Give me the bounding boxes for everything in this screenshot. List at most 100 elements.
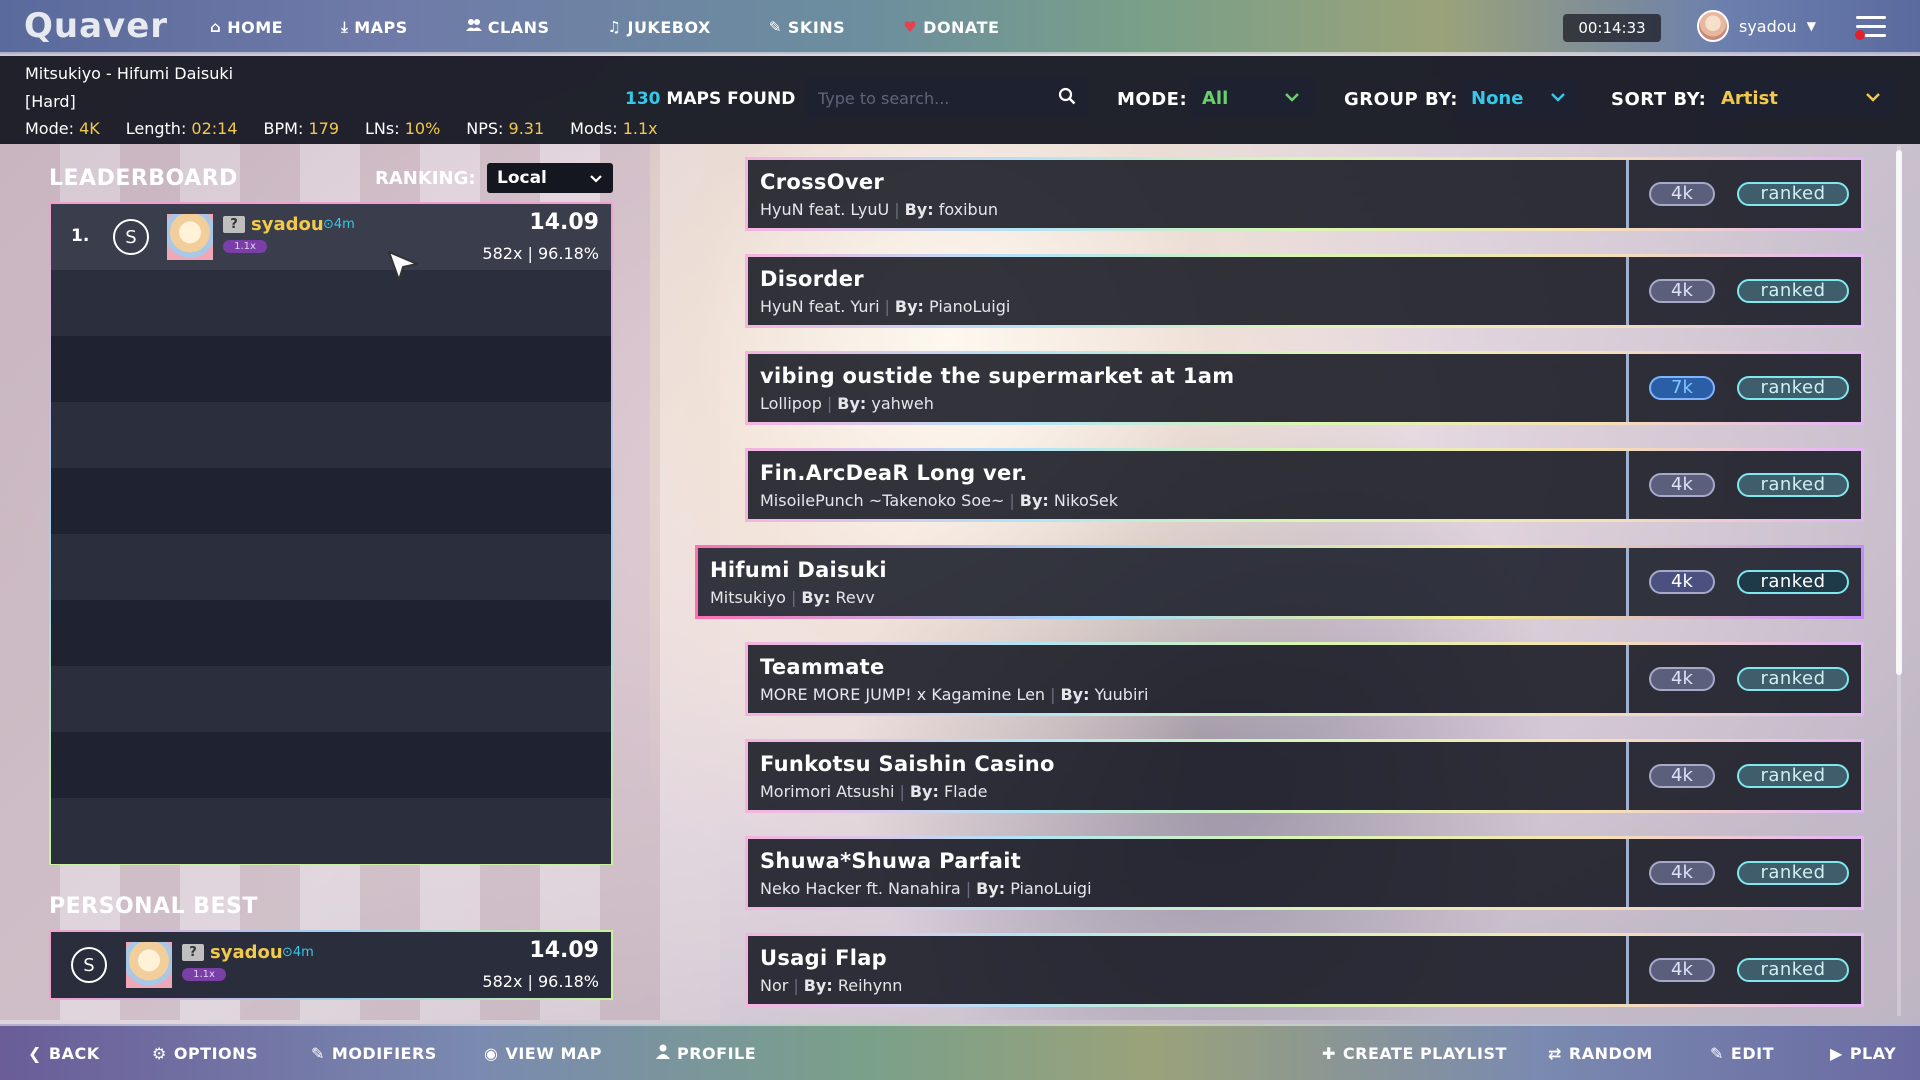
score-time: ⊙4m	[282, 945, 314, 960]
map-tags: 7k ranked	[1629, 354, 1861, 422]
map-card[interactable]: Disorder HyuN feat. Yuri | By: PianoLuigi …	[745, 254, 1864, 328]
nav-home[interactable]: ⌂ HOME	[210, 18, 283, 37]
map-info: CrossOver HyuN feat. LyuU | By: foxibun	[748, 160, 1629, 228]
stat-mode: Mode: 4K	[25, 119, 100, 138]
map-meta: HyuN feat. Yuri | By: PianoLuigi	[760, 297, 1011, 316]
edit-label: EDIT	[1730, 1044, 1774, 1063]
map-title: vibing oustide the supermarket at 1am	[760, 364, 1235, 388]
modifiers-label: MODIFIERS	[331, 1044, 437, 1063]
map-card[interactable]: Funkotsu Saishin Casino Morimori Atsushi…	[745, 739, 1864, 813]
map-meta: Nor | By: Reihynn	[760, 976, 903, 995]
create-playlist-button[interactable]: ✚ CREATE PLAYLIST	[1322, 1044, 1507, 1063]
map-title: Disorder	[760, 267, 864, 291]
ranked-status-badge: ranked	[1737, 182, 1849, 206]
plus-icon: ✚	[1322, 1044, 1336, 1063]
leaderboard-empty-row	[51, 798, 611, 864]
nav-clans[interactable]: CLANS	[465, 18, 550, 37]
modifiers-button[interactable]: ✎ MODIFIERS	[311, 1044, 437, 1063]
selected-song-difficulty: [Hard]	[25, 92, 76, 111]
map-card[interactable]: Usagi Flap Nor | By: Reihynn 4k ranked	[745, 933, 1864, 1007]
leaderboard-title: LEADERBOARD	[49, 166, 238, 191]
users-icon	[465, 18, 482, 36]
map-title: CrossOver	[760, 170, 885, 194]
map-card[interactable]: Shuwa*Shuwa Parfait Neko Hacker ft. Nana…	[745, 836, 1864, 910]
mouse-cursor-icon	[388, 251, 418, 281]
leaderboard-empty-row	[51, 468, 611, 534]
map-info: Disorder HyuN feat. Yuri | By: PianoLuigi	[748, 257, 1629, 325]
random-button[interactable]: ⇄ RANDOM	[1548, 1044, 1653, 1063]
ranking-dropdown[interactable]: Local	[487, 163, 613, 193]
nav-skins-label: SKINS	[787, 17, 846, 37]
score-avatar	[126, 942, 172, 988]
leaderboard-empty-row	[51, 666, 611, 732]
map-info: Funkotsu Saishin Casino Morimori Atsushi…	[748, 742, 1629, 810]
options-label: OPTIONS	[173, 1044, 259, 1063]
random-label: RANDOM	[1568, 1044, 1653, 1063]
map-tags: 4k ranked	[1629, 160, 1861, 228]
ranked-status-badge: ranked	[1737, 279, 1849, 303]
leaderboard-empty-row	[51, 534, 611, 600]
song-stats: Mode: 4K Length: 02:14 BPM: 179 LNs: 10%…	[25, 119, 658, 138]
map-meta: Lollipop | By: yahweh	[760, 394, 934, 413]
map-card[interactable]: Teammate MORE MORE JUMP! x Kagamine Len |…	[745, 642, 1864, 716]
chevron-down-icon: ▼	[1806, 19, 1816, 33]
key-mode-badge: 4k	[1649, 473, 1715, 497]
search-icon[interactable]	[1058, 87, 1076, 110]
map-tags: 4k ranked	[1629, 839, 1861, 907]
options-button[interactable]: ⚙ OPTIONS	[152, 1044, 258, 1063]
view-map-button[interactable]: ◉ VIEW MAP	[484, 1044, 602, 1063]
map-card[interactable]: CrossOver HyuN feat. LyuU | By: foxibun 4k…	[745, 157, 1864, 231]
nav-skins[interactable]: ✎ SKINS	[769, 18, 845, 37]
user-menu[interactable]: syadou ▼	[1697, 10, 1816, 42]
personal-best-row[interactable]: S ? syadou ⊙4m 1.1x 14.09 582x | 96.18%	[49, 930, 613, 1000]
stat-mods: Mods: 1.1x	[570, 119, 658, 138]
nav-jukebox[interactable]: ♫ JUKEBOX	[608, 18, 711, 37]
stat-bpm: BPM: 179	[263, 119, 339, 138]
search-input[interactable]	[818, 88, 1058, 108]
ranked-status-badge: ranked	[1737, 958, 1849, 982]
search-box[interactable]	[806, 78, 1088, 118]
profile-label: PROFILE	[677, 1044, 757, 1063]
chevron-down-icon	[589, 168, 603, 188]
score-accuracy: 582x | 96.18%	[482, 972, 599, 991]
sort-by-dropdown[interactable]: Artist	[1709, 78, 1895, 118]
map-meta: Mitsukiyo | By: Revv	[710, 588, 875, 607]
nav-donate[interactable]: ♥ DONATE	[903, 18, 999, 37]
nav-maps[interactable]: ⤓ MAPS	[341, 18, 408, 37]
wrench-icon: ✎	[311, 1044, 325, 1063]
map-card[interactable]: Fin.ArcDeaR Long ver. MisoilePunch ~Take…	[745, 448, 1864, 522]
key-mode-badge: 4k	[1649, 764, 1715, 788]
mode-dropdown[interactable]: All	[1190, 78, 1314, 118]
quaver-logo[interactable]: Quaver	[24, 6, 168, 46]
ranked-status-badge: ranked	[1737, 570, 1849, 594]
map-card[interactable]: vibing oustide the supermarket at 1am Lo…	[745, 351, 1864, 425]
map-meta: MORE MORE JUMP! x Kagamine Len | By: Yuubi…	[760, 685, 1149, 704]
leaderboard-score-row[interactable]: 1. S ? syadou ⊙4m 1.1x 14.09 582x | 96.1…	[51, 204, 611, 270]
map-card-selected[interactable]: Hifumi Daisuki Mitsukiyo | By: Revv 4k ran…	[695, 545, 1864, 619]
back-button[interactable]: ❮ BACK	[28, 1044, 100, 1063]
nav-donate-label: DONATE	[923, 17, 1000, 37]
play-icon: ▶	[1830, 1044, 1843, 1063]
view-map-label: VIEW MAP	[505, 1044, 602, 1063]
notification-dot	[1855, 30, 1865, 40]
score-rating: 14.09	[529, 210, 599, 235]
grade-icon: S	[71, 947, 107, 983]
map-meta: HyuN feat. LyuU | By: foxibun	[760, 200, 998, 219]
leaderboard-empty-row	[51, 402, 611, 468]
map-info: Shuwa*Shuwa Parfait Neko Hacker ft. Nana…	[748, 839, 1629, 907]
score-username: syadou	[251, 214, 324, 235]
leaderboard-empty-row	[51, 732, 611, 798]
stat-lns: LNs: 10%	[365, 119, 441, 138]
chevron-down-icon	[1284, 90, 1300, 106]
ranked-status-badge: ranked	[1737, 764, 1849, 788]
map-list-scrollbar-thumb[interactable]	[1896, 150, 1902, 675]
profile-button[interactable]: PROFILE	[656, 1044, 756, 1063]
play-button[interactable]: ▶ PLAY	[1830, 1044, 1896, 1063]
maps-found-count: 130 MAPS FOUND	[625, 89, 796, 109]
personal-best-title: PERSONAL BEST	[49, 894, 258, 919]
map-title: Usagi Flap	[760, 946, 888, 970]
edit-button[interactable]: ✎ EDIT	[1710, 1044, 1774, 1063]
ranked-status-badge: ranked	[1737, 473, 1849, 497]
map-info: Fin.ArcDeaR Long ver. MisoilePunch ~Take…	[748, 451, 1629, 519]
group-by-dropdown[interactable]: None	[1459, 78, 1580, 118]
